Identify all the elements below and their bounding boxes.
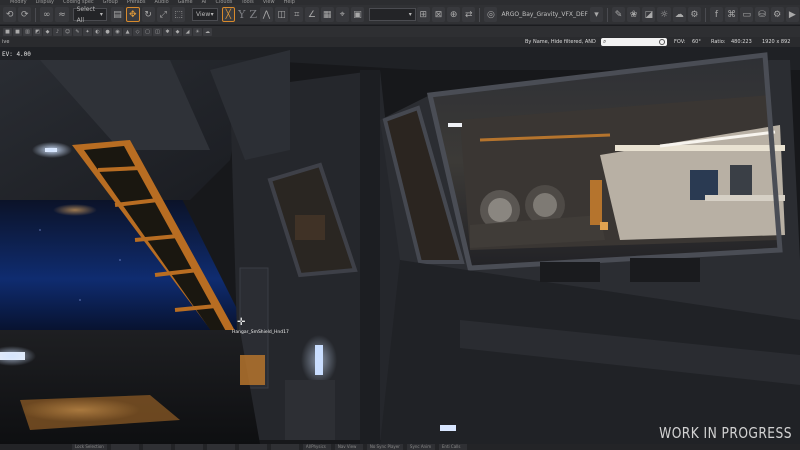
- work-in-progress-watermark: WORK IN PROGRESS: [659, 424, 792, 442]
- terrain-icon[interactable]: ▲: [123, 27, 132, 36]
- status-item-2[interactable]: [142, 444, 171, 450]
- flowgraph-icon[interactable]: ⚙: [687, 7, 701, 22]
- status-item-4[interactable]: [206, 444, 235, 450]
- main-toolbar: ⟲ ⟳ ∞ ≈ Select All ▾ ▤ ✥ ↻ ⤢ ⬚ View ▾ ╳ Y …: [0, 5, 800, 25]
- grid-icon[interactable]: ▦: [320, 7, 334, 22]
- scale-tool-icon[interactable]: ⤢: [156, 7, 170, 22]
- settings-icon[interactable]: ⚙: [770, 7, 784, 22]
- hangar-scene-render: [0, 47, 800, 444]
- link-icon[interactable]: ∞: [40, 7, 54, 22]
- chevron-down-icon: ▾: [408, 11, 412, 18]
- view-mode-dropdown[interactable]: View ▾: [192, 8, 218, 21]
- move-gizmo-icon[interactable]: ✛: [237, 318, 247, 328]
- camera-icon[interactable]: ⊞: [416, 7, 430, 22]
- sphere-icon[interactable]: ◉: [113, 27, 122, 36]
- select-mode-dropdown[interactable]: Select All ▾: [72, 6, 107, 24]
- undo-icon[interactable]: ⟲: [3, 7, 17, 22]
- move-tool-icon[interactable]: ✥: [126, 7, 140, 22]
- database-icon[interactable]: ⛁: [755, 7, 769, 22]
- rotate-tool-icon[interactable]: ↻: [141, 7, 155, 22]
- status-item-3[interactable]: [174, 444, 203, 450]
- viewport-header: ive By Name, Hide filtered, AND ⌕ FOV: 6…: [0, 37, 800, 47]
- axis-z-toggle[interactable]: Z: [247, 7, 258, 22]
- redo-icon[interactable]: ⟳: [18, 7, 32, 22]
- status-item-11[interactable]: Enti Calls: [438, 444, 467, 450]
- gradient-icon[interactable]: ▥: [23, 27, 32, 36]
- game-icon[interactable]: ▶: [785, 7, 799, 22]
- level-icon[interactable]: ◎: [484, 7, 498, 22]
- road-icon[interactable]: ◢: [183, 27, 192, 36]
- layer-dropdown[interactable]: ▾: [369, 8, 416, 21]
- gear-small-icon[interactable]: ✱: [163, 27, 172, 36]
- status-item-8[interactable]: Nav View: [334, 444, 363, 450]
- shape-icon[interactable]: ◆: [173, 27, 182, 36]
- axis-x-toggle-icon[interactable]: ╳: [221, 7, 236, 22]
- resolution-value: 1920 x 892: [762, 39, 791, 45]
- console-icon[interactable]: ▭: [740, 7, 754, 22]
- status-item-9[interactable]: No Sync Player: [366, 444, 403, 450]
- snap-tool-icon[interactable]: ⬚: [171, 7, 186, 22]
- light-icon[interactable]: ☀: [193, 27, 202, 36]
- color-icon[interactable]: ◩: [33, 27, 42, 36]
- ai-icon[interactable]: ⇄: [462, 7, 476, 22]
- brush-small-icon[interactable]: ✎: [73, 27, 82, 36]
- status-item-6[interactable]: [270, 444, 299, 450]
- decal-icon[interactable]: ◇: [133, 27, 142, 36]
- ev-readout: EV: 4.00: [2, 51, 31, 58]
- view-mode-value: View: [196, 11, 211, 18]
- tag-icon[interactable]: ◆: [43, 27, 52, 36]
- physics-icon[interactable]: ⊕: [447, 7, 461, 22]
- vegetation-icon[interactable]: ❀: [627, 7, 641, 22]
- terrain-snap-icon[interactable]: ◫: [275, 7, 289, 22]
- angle-snap-icon[interactable]: ∠: [305, 7, 319, 22]
- secondary-toolbar: ■ ■ ▥ ◩ ◆ ♪ ☺ ✎ ✦ ◐ ● ◉ ▲ ◇ ▢ ◫ ✱ ◆ ◢ ☀ …: [0, 26, 800, 37]
- status-item-7[interactable]: AI/Physics: [302, 444, 331, 450]
- fov-value: 60°: [692, 39, 701, 45]
- status-item-5[interactable]: [238, 444, 267, 450]
- ratio-value: 480:223: [731, 39, 752, 45]
- axis-y-toggle[interactable]: Y: [236, 7, 247, 22]
- sound-icon[interactable]: ♪: [53, 27, 62, 36]
- profile-icon[interactable]: ■: [3, 27, 12, 36]
- status-item-0[interactable]: Lock Selection: [72, 444, 107, 450]
- camera-small-icon[interactable]: ◫: [153, 27, 162, 36]
- axis-xy-icon[interactable]: ⋀: [259, 7, 274, 22]
- object-icon[interactable]: ▣: [350, 7, 365, 22]
- select-filter-icon[interactable]: ▤: [110, 7, 125, 22]
- chevron-down-icon: ▾: [210, 11, 214, 18]
- viewport-label: ive: [2, 39, 10, 45]
- anim-icon[interactable]: ◐: [93, 27, 102, 36]
- 3d-viewport[interactable]: EV: 4.00 ✛ Hangar_SmShield_Hnd17 WORK IN…: [0, 47, 800, 444]
- entity-label[interactable]: Hangar_SmShield_Hnd17: [232, 330, 289, 335]
- material-icon[interactable]: ◪: [642, 7, 656, 22]
- chevron-down-icon: ▾: [99, 11, 103, 18]
- viewport-search-input[interactable]: ⌕: [601, 38, 667, 46]
- weather-icon[interactable]: ☁: [672, 7, 686, 22]
- script-icon[interactable]: ⌘: [725, 7, 739, 22]
- lock-icon[interactable]: ⊠: [431, 7, 446, 22]
- unlink-icon[interactable]: ≈: [55, 7, 69, 22]
- level-name: ARGO_Bay_Gravity_VFX_DEF: [501, 11, 588, 18]
- select-mode-value: Select All: [76, 5, 96, 24]
- fov-label: FOV:: [674, 39, 686, 45]
- viewport-filter-text: By Name, Hide filtered, AND: [525, 39, 596, 45]
- layers-icon[interactable]: ■: [13, 27, 22, 36]
- bottom-status-bar: Lock Selection AI/Physics Nav View No Sync …: [0, 444, 800, 450]
- search-icon: ⌕: [603, 38, 607, 45]
- character-icon[interactable]: ☺: [63, 27, 72, 36]
- level-dropdown-icon[interactable]: ▾: [589, 7, 604, 22]
- entity-icon[interactable]: ●: [103, 27, 112, 36]
- cloud-icon[interactable]: ☁: [203, 27, 212, 36]
- grid-snap-icon[interactable]: ⌗: [290, 7, 304, 22]
- fx-icon[interactable]: ✦: [83, 27, 92, 36]
- brush-icon[interactable]: ✎: [611, 7, 626, 22]
- facebook-icon[interactable]: f: [709, 7, 724, 22]
- status-item-10[interactable]: Sync Anim: [406, 444, 435, 450]
- clear-search-icon[interactable]: [659, 39, 665, 45]
- status-item-1[interactable]: [110, 444, 139, 450]
- lighting-icon[interactable]: ☼: [657, 7, 671, 22]
- ruler-icon[interactable]: ⌖: [335, 7, 349, 22]
- prefab-icon[interactable]: ▢: [143, 27, 152, 36]
- ratio-label: Ratio:: [711, 39, 726, 45]
